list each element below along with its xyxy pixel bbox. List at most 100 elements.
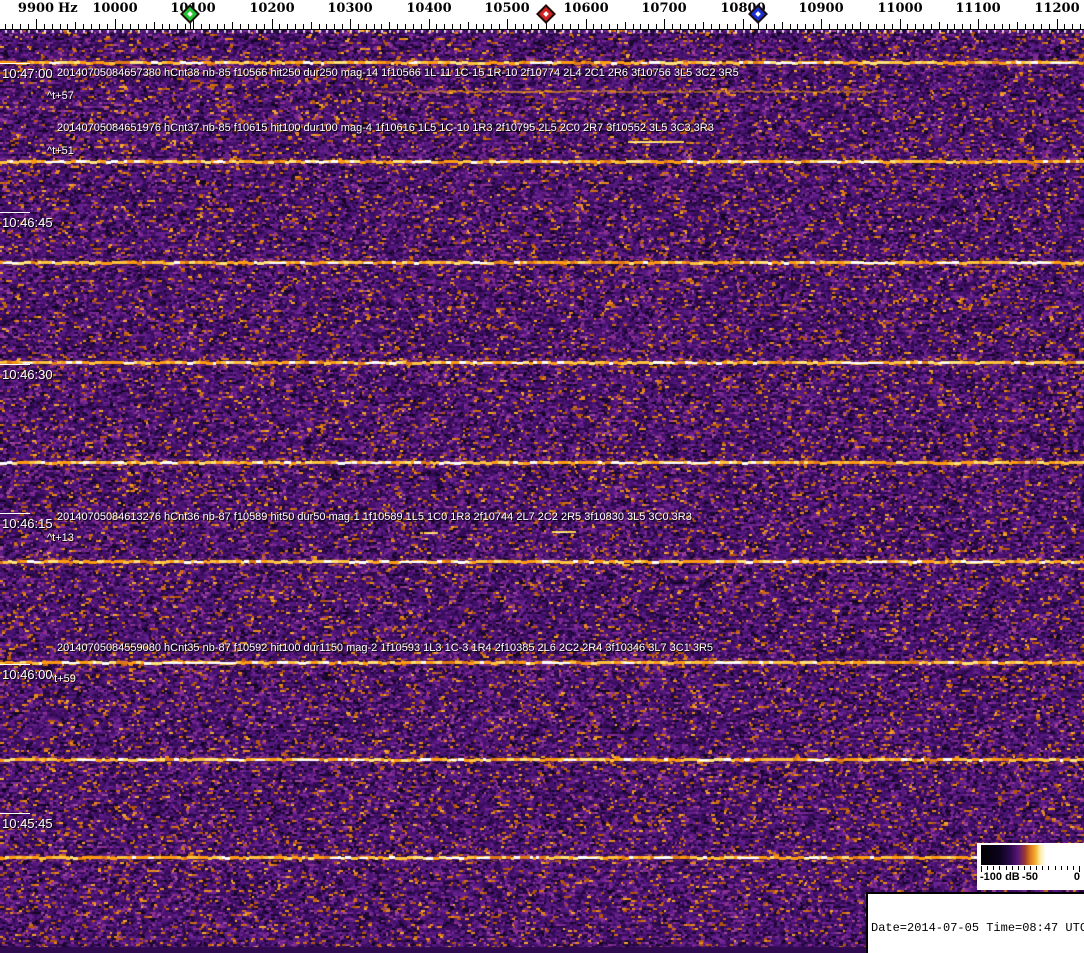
ruler-tick — [735, 24, 736, 29]
ruler-tick — [852, 24, 853, 29]
ruler-tick — [711, 24, 712, 29]
ruler-tick — [531, 24, 532, 29]
db-scale-tick — [1017, 866, 1019, 870]
ruler-tick — [5, 24, 6, 29]
time-tick — [0, 664, 30, 665]
ruler-tick — [67, 24, 68, 29]
spectrogram-canvas — [0, 0, 1084, 953]
db-scale-tick — [1066, 866, 1068, 870]
ruler-tick — [44, 24, 45, 29]
ruler-tick — [954, 24, 955, 29]
ruler-tick — [99, 24, 100, 29]
ruler-tick — [452, 24, 453, 29]
freq-tick-label: 10300 — [327, 1, 373, 16]
ruler-tick — [28, 24, 29, 29]
ruler-tick — [633, 24, 634, 29]
ruler-tick — [272, 19, 273, 29]
ruler-tick — [122, 24, 123, 29]
ruler-tick — [586, 19, 587, 29]
time-tick — [0, 513, 30, 514]
ruler-tick — [358, 24, 359, 29]
ruler-tick — [797, 24, 798, 29]
ruler-tick — [413, 24, 414, 29]
ruler-tick — [923, 24, 924, 29]
freq-tick-label: 11200 — [1034, 1, 1080, 16]
ruler-tick — [829, 24, 830, 29]
time-label: 10:47:00 — [2, 66, 53, 81]
detection-offset-label: ^t+13 — [47, 532, 74, 544]
ruler-tick — [750, 24, 751, 29]
time-label: 10:45:45 — [2, 816, 53, 831]
ruler-tick — [656, 24, 657, 29]
db-scale-tick — [1005, 866, 1007, 870]
db-label-min: -100 dB — [980, 871, 1020, 883]
time-label: 10:46:45 — [2, 215, 53, 230]
ruler-tick — [209, 24, 210, 29]
ruler-tick — [115, 19, 116, 29]
ruler-tick — [491, 24, 492, 29]
ruler-tick — [766, 24, 767, 29]
ruler-tick — [515, 24, 516, 29]
ruler-tick — [601, 24, 602, 29]
db-scale-tick — [999, 866, 1001, 870]
ruler-tick — [900, 19, 901, 29]
ruler-tick — [499, 24, 500, 29]
ruler-tick — [868, 24, 869, 29]
ruler-tick — [60, 24, 61, 29]
ruler-tick — [374, 24, 375, 29]
ruler-tick — [256, 24, 257, 29]
ruler-tick — [138, 24, 139, 29]
ruler-tick — [617, 24, 618, 29]
db-scale-tick — [1072, 866, 1074, 870]
db-scale-tick — [1023, 866, 1025, 870]
ruler-tick — [1009, 24, 1010, 29]
time-label: 10:46:15 — [2, 516, 53, 531]
ruler-tick — [169, 24, 170, 29]
ruler-tick — [782, 22, 783, 29]
time-label: 10:46:30 — [2, 367, 53, 382]
ruler-tick — [130, 24, 131, 29]
freq-tick-label: 10700 — [641, 1, 687, 16]
ruler-tick — [232, 22, 233, 29]
ruler-tick — [837, 24, 838, 29]
ruler-tick — [845, 24, 846, 29]
ruler-tick — [217, 24, 218, 29]
detection-text: 20140705084657380 hCnt38 nb-85 f10566 hi… — [57, 67, 739, 79]
station-info-box: Date=2014-07-05 Time=08:47 UTC Freq=143 … — [866, 892, 1084, 953]
ruler-tick — [805, 24, 806, 29]
ruler-tick — [884, 24, 885, 29]
db-scale-tick — [987, 866, 989, 870]
ruler-tick — [146, 24, 147, 29]
db-scale-tick — [993, 866, 995, 870]
ruler-tick — [468, 22, 469, 29]
freq-tick-label: 10600 — [563, 1, 609, 16]
ruler-tick — [719, 24, 720, 29]
time-label: 10:46:00 — [2, 667, 53, 682]
ruler-tick — [52, 24, 53, 29]
ruler-tick — [625, 22, 626, 29]
ruler-tick — [907, 24, 908, 29]
ruler-tick — [994, 24, 995, 29]
ruler-tick — [1041, 24, 1042, 29]
db-scale-tick — [1030, 866, 1031, 870]
freq-tick-label: 11100 — [955, 1, 1001, 16]
ruler-tick — [421, 24, 422, 29]
ruler-tick — [460, 24, 461, 29]
freq-tick-label: 10400 — [406, 1, 452, 16]
ruler-tick — [405, 24, 406, 29]
ruler-tick — [860, 22, 861, 29]
ruler-tick — [248, 24, 249, 29]
meteor-echo-waterfall-display: Hz 9900100001010010200103001040010500106… — [0, 0, 1084, 953]
ruler-tick — [790, 24, 791, 29]
ruler-tick — [1033, 24, 1034, 29]
ruler-tick — [429, 19, 430, 29]
ruler-tick — [931, 24, 932, 29]
ruler-tick — [986, 24, 987, 29]
time-tick — [0, 63, 30, 64]
ruler-tick — [562, 24, 563, 29]
detection-offset-label: ^t+51 — [47, 145, 74, 157]
freq-tick-label: 11000 — [877, 1, 923, 16]
time-tick — [0, 813, 30, 814]
time-tick — [0, 364, 30, 365]
ruler-tick — [154, 22, 155, 29]
